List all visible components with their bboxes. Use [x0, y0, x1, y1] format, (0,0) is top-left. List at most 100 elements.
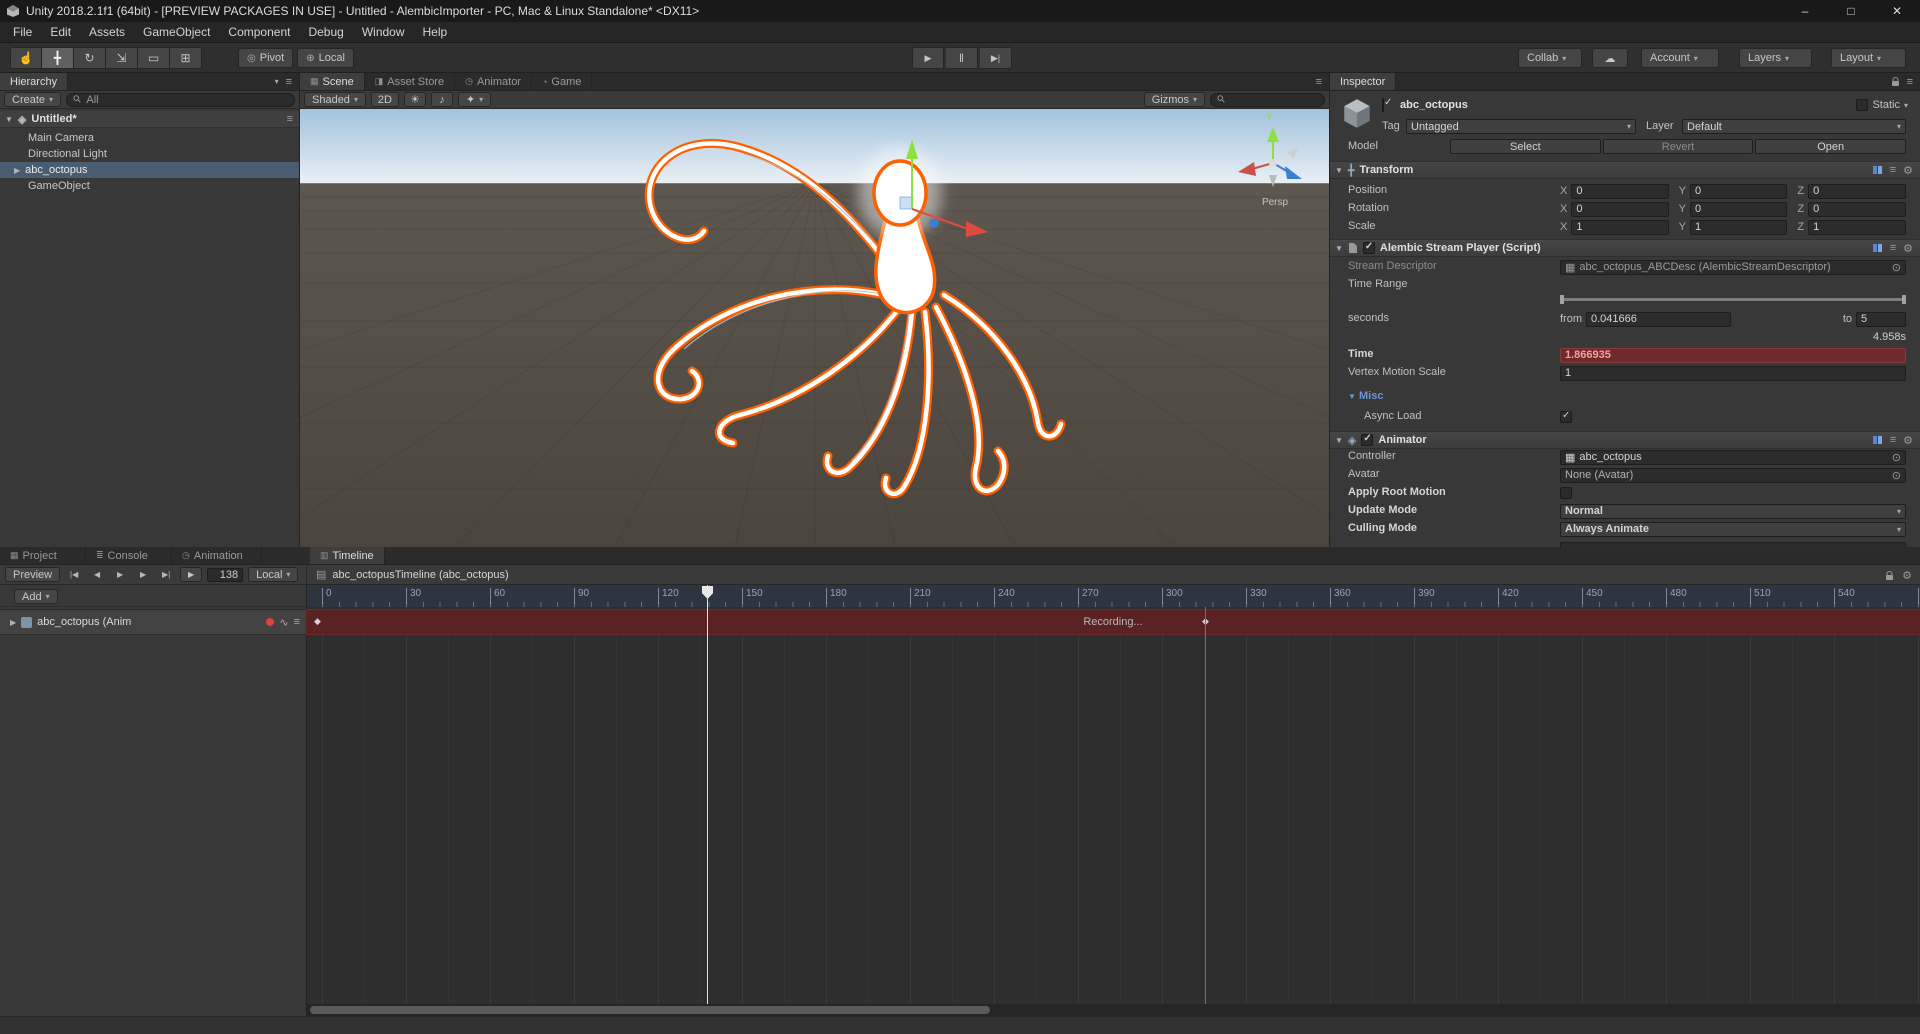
gear-icon[interactable]: ⚙ — [1903, 242, 1913, 255]
lock-icon[interactable] — [1891, 77, 1900, 87]
animator-header[interactable]: ▼ ◈ Animator ≡ ⚙ — [1330, 431, 1920, 449]
foldout-open-icon[interactable]: ▼ — [1335, 244, 1343, 253]
minimize-button[interactable]: – — [1782, 0, 1828, 22]
foldout-open-icon[interactable]: ▼ — [1335, 166, 1343, 175]
tab-animator[interactable]: ◷ Animator — [455, 73, 532, 90]
toggle-2d-button[interactable]: 2D — [371, 92, 399, 107]
timeline-body[interactable] — [306, 607, 1920, 1004]
foldout-closed-icon[interactable]: ▶ — [10, 618, 16, 627]
component-enabled-checkbox[interactable] — [1363, 242, 1375, 254]
tab-game[interactable]: ◔ Game — [532, 73, 592, 90]
play-range-button[interactable]: ▶ — [180, 567, 202, 582]
move-tool-button[interactable]: ╋ — [42, 47, 74, 69]
vertex-motion-scale-field[interactable]: 1 — [1560, 366, 1906, 381]
object-picker-icon[interactable]: ⊙ — [1892, 451, 1901, 464]
space-toggle-button[interactable]: ⊕ Local — [297, 48, 354, 68]
culling-mode-dropdown[interactable]: Always Animate ▾ — [1560, 522, 1906, 537]
static-checkbox[interactable] — [1856, 99, 1868, 111]
pivot-toggle-button[interactable]: ◎ Pivot — [238, 48, 293, 68]
preset-icon[interactable]: ≡ — [1890, 164, 1896, 176]
pause-button[interactable]: ‖ — [946, 47, 978, 69]
help-book-icon[interactable] — [1872, 435, 1883, 445]
menu-file[interactable]: File — [4, 22, 41, 42]
play-button[interactable]: ▶ — [912, 47, 944, 69]
shading-mode-dropdown[interactable]: Shaded ▾ — [304, 92, 366, 107]
track-menu-icon[interactable]: ≡ — [294, 616, 300, 628]
scene-foldout[interactable]: ▼ ◈ Untitled* ≡ — [0, 111, 299, 128]
help-book-icon[interactable] — [1872, 243, 1883, 253]
gear-icon[interactable]: ⚙ — [1903, 434, 1913, 447]
tab-asset-store[interactable]: ◨ Asset Store — [365, 73, 455, 90]
timeline-ruler[interactable]: 0306090120150180210240270300330360390420… — [306, 585, 1920, 607]
time-field[interactable]: 1.866935 — [1560, 348, 1906, 363]
animation-track-header[interactable]: ▶ abc_octopus (Anim ∿ ≡ — [0, 609, 306, 635]
object-name[interactable]: abc_octopus — [1400, 99, 1468, 111]
foldout-open-icon[interactable]: ▼ — [1348, 392, 1356, 401]
previous-frame-icon[interactable]: ◀ — [88, 570, 106, 579]
model-open-button[interactable]: Open — [1755, 139, 1906, 154]
close-button[interactable]: ✕ — [1874, 0, 1920, 22]
rect-tool-button[interactable]: ▭ — [138, 47, 170, 69]
time-range-slider[interactable] — [1560, 295, 1906, 304]
component-enabled-checkbox[interactable] — [1361, 434, 1373, 446]
hierarchy-search-input[interactable]: ⚲ All — [66, 93, 295, 107]
dropdown-arrow-icon[interactable]: ▾ — [275, 77, 279, 86]
menu-gameobject[interactable]: GameObject — [134, 22, 219, 42]
scene-effects-dropdown[interactable]: ✦ ▾ — [458, 92, 491, 107]
slider-min-handle[interactable] — [1560, 295, 1564, 304]
collab-button[interactable]: Collab ▾ — [1518, 48, 1582, 68]
play-icon[interactable]: ▶ — [111, 570, 129, 579]
hscrollbar-handle[interactable] — [310, 1006, 990, 1014]
curves-icon[interactable]: ∿ — [279, 616, 288, 629]
tab-hierarchy[interactable]: Hierarchy — [0, 73, 68, 90]
preset-icon[interactable]: ≡ — [1890, 434, 1896, 446]
menu-debug[interactable]: Debug — [299, 22, 352, 42]
foldout-closed-icon[interactable]: ▶ — [14, 166, 20, 175]
tab-inspector[interactable]: Inspector — [1330, 73, 1396, 90]
cloud-button[interactable]: ☁ — [1592, 48, 1628, 68]
foldout-open-icon[interactable]: ▼ — [5, 115, 13, 124]
menu-edit[interactable]: Edit — [41, 22, 80, 42]
layer-dropdown[interactable]: Default ▾ — [1682, 119, 1906, 134]
panel-menu-icon[interactable]: ≡ — [286, 76, 292, 88]
tag-dropdown[interactable]: Untagged ▾ — [1406, 119, 1636, 134]
misc-foldout[interactable]: ▼ Misc — [1348, 390, 1383, 402]
position-y-field[interactable]: 0 — [1690, 184, 1787, 199]
hierarchy-item-gameobject[interactable]: GameObject — [0, 178, 299, 194]
gear-icon[interactable]: ⚙ — [1903, 164, 1913, 177]
transform-tool-button[interactable]: ⊞ — [170, 47, 202, 69]
hierarchy-item-directional-light[interactable]: Directional Light — [0, 146, 299, 162]
scale-z-field[interactable]: 1 — [1808, 220, 1906, 235]
position-x-field[interactable]: 0 — [1571, 184, 1668, 199]
scene-audio-button[interactable]: ♪ — [431, 92, 453, 107]
step-button[interactable]: ▶| — [980, 47, 1012, 69]
preview-toggle-button[interactable]: Preview — [5, 567, 60, 582]
object-picker-icon[interactable]: ⊙ — [1892, 469, 1901, 482]
scene-lighting-button[interactable]: ☀ — [404, 92, 426, 107]
hand-tool-button[interactable]: ☝ — [10, 47, 42, 69]
scale-y-field[interactable]: 1 — [1690, 220, 1787, 235]
recording-track[interactable]: Recording... ◆ ◆ — [306, 609, 1920, 635]
add-track-button[interactable]: Add ▾ — [14, 589, 58, 604]
rotate-tool-button[interactable]: ↻ — [74, 47, 106, 69]
tab-animation[interactable]: ◷ Animation — [172, 547, 262, 564]
tab-timeline[interactable]: ▥ Timeline — [310, 547, 385, 564]
scene-viewport[interactable]: Y Persp — [300, 109, 1329, 547]
maximize-button[interactable]: □ — [1828, 0, 1874, 22]
tab-project[interactable]: ▦ Project — [0, 547, 86, 564]
keyframe-icon[interactable]: ◆ — [314, 616, 321, 627]
preset-icon[interactable]: ≡ — [1890, 242, 1896, 254]
gizmos-dropdown[interactable]: Gizmos ▾ — [1144, 92, 1205, 107]
hierarchy-item-main-camera[interactable]: Main Camera — [0, 130, 299, 146]
to-field[interactable]: 5 — [1856, 312, 1906, 327]
tab-scene[interactable]: ▦ Scene — [300, 73, 365, 90]
current-frame-field[interactable]: 138 — [207, 568, 243, 582]
menu-assets[interactable]: Assets — [80, 22, 134, 42]
hierarchy-item-abc-octopus[interactable]: ▶ abc_octopus — [0, 162, 299, 178]
active-checkbox[interactable] — [1382, 98, 1384, 112]
rotation-x-field[interactable]: 0 — [1571, 202, 1668, 217]
layers-dropdown[interactable]: Layers ▾ — [1739, 48, 1812, 68]
controller-field[interactable]: ▦ abc_octopus ⊙ — [1560, 450, 1906, 465]
update-mode-dropdown[interactable]: Normal ▾ — [1560, 504, 1906, 519]
create-button[interactable]: Create ▾ — [4, 92, 61, 107]
